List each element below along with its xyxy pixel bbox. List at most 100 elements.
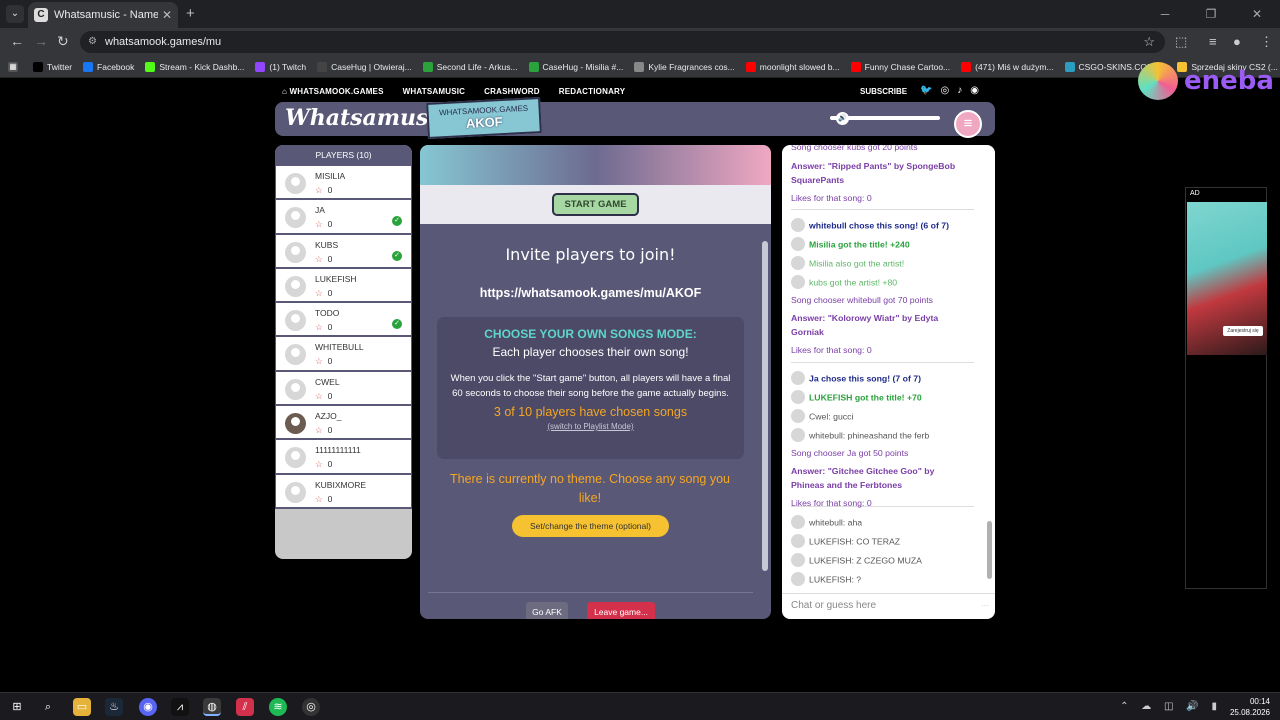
bookmark-item[interactable]: Twitter: [33, 61, 72, 72]
player-row[interactable]: 11111111111 ☆ 0: [275, 440, 412, 475]
player-row[interactable]: KUBIXMORE ☆ 0: [275, 474, 412, 509]
chat-scrollbar[interactable]: [986, 147, 993, 591]
volume-slider[interactable]: 🔊: [830, 112, 940, 125]
nvidia-icon[interactable]: ⩘: [171, 698, 189, 716]
bookmark-item[interactable]: Funny Chase Cartoo...: [850, 61, 950, 72]
media-icon[interactable]: ≡: [1209, 34, 1217, 49]
subscribe-link[interactable]: SUBSCRIBE: [860, 87, 907, 96]
star-icon: ☆: [315, 390, 323, 401]
discord-icon[interactable]: ◉: [970, 85, 979, 96]
player-row[interactable]: MISILIA ☆ 0: [275, 166, 412, 201]
bookmark-label: Stream - Kick Dashb...: [159, 61, 245, 72]
player-row[interactable]: KUBS ☆ 0 ✓: [275, 234, 412, 269]
bookmark-item[interactable]: (471) Miś w dużym...: [961, 61, 1054, 72]
chat-message-text: LUKEFISH: CO TERAZ: [809, 536, 901, 547]
whatsamusic-logo[interactable]: Whatsamusic: [285, 105, 450, 131]
player-row[interactable]: TODO ☆ 0 ✓: [275, 303, 412, 338]
bookmark-star-icon[interactable]: ☆: [1143, 31, 1155, 53]
close-window-icon[interactable]: ✕: [1234, 0, 1280, 28]
close-tab-icon[interactable]: ✕: [162, 8, 172, 22]
restore-icon[interactable]: ❐: [1188, 0, 1234, 28]
bookmark-item[interactable]: Kylie Fragrances cos...: [634, 61, 735, 72]
start-game-button[interactable]: START GAME: [552, 193, 639, 216]
steam-icon[interactable]: ♨: [105, 698, 123, 716]
player-avatar: [285, 310, 306, 332]
nav-whatsamusic-link[interactable]: WHATSAMUSIC: [403, 87, 466, 96]
browser-tab[interactable]: C Whatsamusic - Name That Tune ✕: [28, 2, 178, 28]
extensions-icon[interactable]: ⬚: [1175, 34, 1187, 50]
bookmark-item[interactable]: CaseHug - Misilia #...: [528, 61, 623, 72]
back-icon[interactable]: ←: [10, 33, 24, 49]
bookmark-label: Second Life - Arkus...: [436, 61, 518, 72]
game-scroll-thumb[interactable]: [762, 241, 768, 571]
app-icon[interactable]: ⫽: [236, 698, 254, 716]
eneba-ad-logo[interactable]: eneba: [1138, 62, 1274, 108]
chat-scroll-thumb[interactable]: [987, 521, 992, 579]
player-row[interactable]: JA ☆ 0 ✓: [275, 200, 412, 235]
player-row[interactable]: CWEL ☆ 0: [275, 371, 412, 407]
invite-link[interactable]: https://whatsamook.games/mu/AKOF: [420, 286, 761, 300]
hamburger-menu-icon[interactable]: ≡: [954, 110, 982, 138]
instagram-icon[interactable]: ◎: [940, 85, 949, 96]
chat-message: LUKEFISH: ?: [791, 572, 861, 587]
site-info-icon[interactable]: ⚙: [88, 31, 97, 53]
mode-description: When you click the "Start game" button, …: [450, 373, 731, 399]
nav-home-link[interactable]: ⌂ WHATSAMOOK.GAMES: [282, 87, 384, 96]
chat-message: whitebull: aha: [791, 515, 862, 530]
address-bar[interactable]: ⚙ whatsamook.games/mu ☆: [80, 31, 1165, 53]
taskbar-search-icon[interactable]: ⌕: [39, 698, 57, 716]
reload-icon[interactable]: ↻: [57, 33, 69, 50]
obs-icon[interactable]: ◎: [302, 698, 320, 716]
volume-knob-icon[interactable]: 🔊: [836, 112, 849, 125]
player-row[interactable]: WHITEBULL ☆ 0: [275, 337, 412, 372]
bookmark-item[interactable]: Facebook: [83, 61, 134, 72]
clock[interactable]: 00:14 25.08.2026: [1230, 696, 1270, 718]
nav-home-label: WHATSAMOOK.GAMES: [289, 87, 384, 96]
menu-kebab-icon[interactable]: ⋮: [1260, 34, 1273, 50]
player-row[interactable]: AZJO_ ☆ 0: [275, 406, 412, 441]
url-text: whatsamook.games/mu: [105, 36, 222, 48]
twitter-icon[interactable]: 🐦: [920, 85, 932, 96]
system-tray-icons[interactable]: ⌃ ☁ ◫ 🔊 ▮: [1120, 701, 1222, 712]
leave-game-button[interactable]: Leave game...: [587, 602, 655, 619]
score-value: 0: [327, 253, 333, 264]
apps-icon[interactable]: ▦: [8, 61, 22, 72]
new-tab-button[interactable]: +: [186, 5, 195, 22]
discord-taskbar-icon[interactable]: ◉: [139, 698, 157, 716]
game-scrollbar[interactable]: [761, 229, 769, 615]
tab-title: Whatsamusic - Name That Tune: [54, 9, 158, 21]
profile-avatar-icon[interactable]: ●: [1233, 34, 1241, 49]
bookmark-label: Kylie Fragrances cos...: [648, 61, 735, 72]
set-theme-button[interactable]: Set/change the theme (optional): [512, 515, 669, 537]
player-name: MISILIA: [315, 171, 346, 181]
chat-message: whitebull: phineashand the ferb: [791, 428, 929, 443]
switch-playlist-mode-link[interactable]: (switch to Playlist Mode): [437, 422, 744, 431]
tab-search-icon[interactable]: ⌄: [6, 5, 24, 23]
chat-input[interactable]: Chat or guess here ⋯: [782, 593, 995, 619]
side-advertisement[interactable]: AD Zarejestruj się: [1185, 187, 1267, 589]
bookmark-item[interactable]: Stream - Kick Dashb...: [145, 61, 245, 72]
chat-message: Song chooser whitebull got 70 points: [791, 295, 933, 305]
bookmark-item[interactable]: (1) Twitch: [255, 61, 306, 72]
bookmark-item[interactable]: Second Life - Arkus...: [422, 61, 518, 72]
score-value: 0: [327, 287, 333, 298]
bookmark-item[interactable]: CaseHug | Otwieraj...: [317, 61, 412, 72]
bookmark-item[interactable]: moonlight slowed b...: [745, 61, 840, 72]
nav-redactionary-link[interactable]: REDACTIONARY: [559, 87, 626, 96]
player-name: CWEL: [315, 376, 340, 387]
go-afk-button[interactable]: Go AFK: [526, 602, 568, 619]
forward-icon[interactable]: →: [34, 33, 48, 49]
spotify-icon[interactable]: ≋: [269, 698, 287, 716]
file-explorer-icon[interactable]: ▭: [73, 698, 91, 716]
minimize-icon[interactable]: ─: [1142, 0, 1188, 28]
chrome-icon[interactable]: ◍: [203, 698, 221, 716]
nav-crashword-link[interactable]: CRASHWORD: [484, 87, 540, 96]
windows-taskbar: ⊞ ⌕ ▭ ♨ ◉ ⩘ ◍ ⫽ ≋ ◎ ⌃ ☁ ◫ 🔊 ▮ 00:14 25.0…: [0, 692, 1280, 720]
chat-message-text: SquarePants: [791, 175, 845, 185]
tiktok-icon[interactable]: ♪: [957, 85, 962, 96]
ad-image[interactable]: Zarejestruj się: [1187, 202, 1267, 355]
eneba-wordmark: eneba: [1184, 66, 1274, 96]
ad-cta-button[interactable]: Zarejestruj się: [1223, 326, 1263, 336]
player-row[interactable]: LUKEFISH ☆ 0: [275, 268, 412, 304]
windows-start-icon[interactable]: ⊞: [8, 698, 26, 716]
